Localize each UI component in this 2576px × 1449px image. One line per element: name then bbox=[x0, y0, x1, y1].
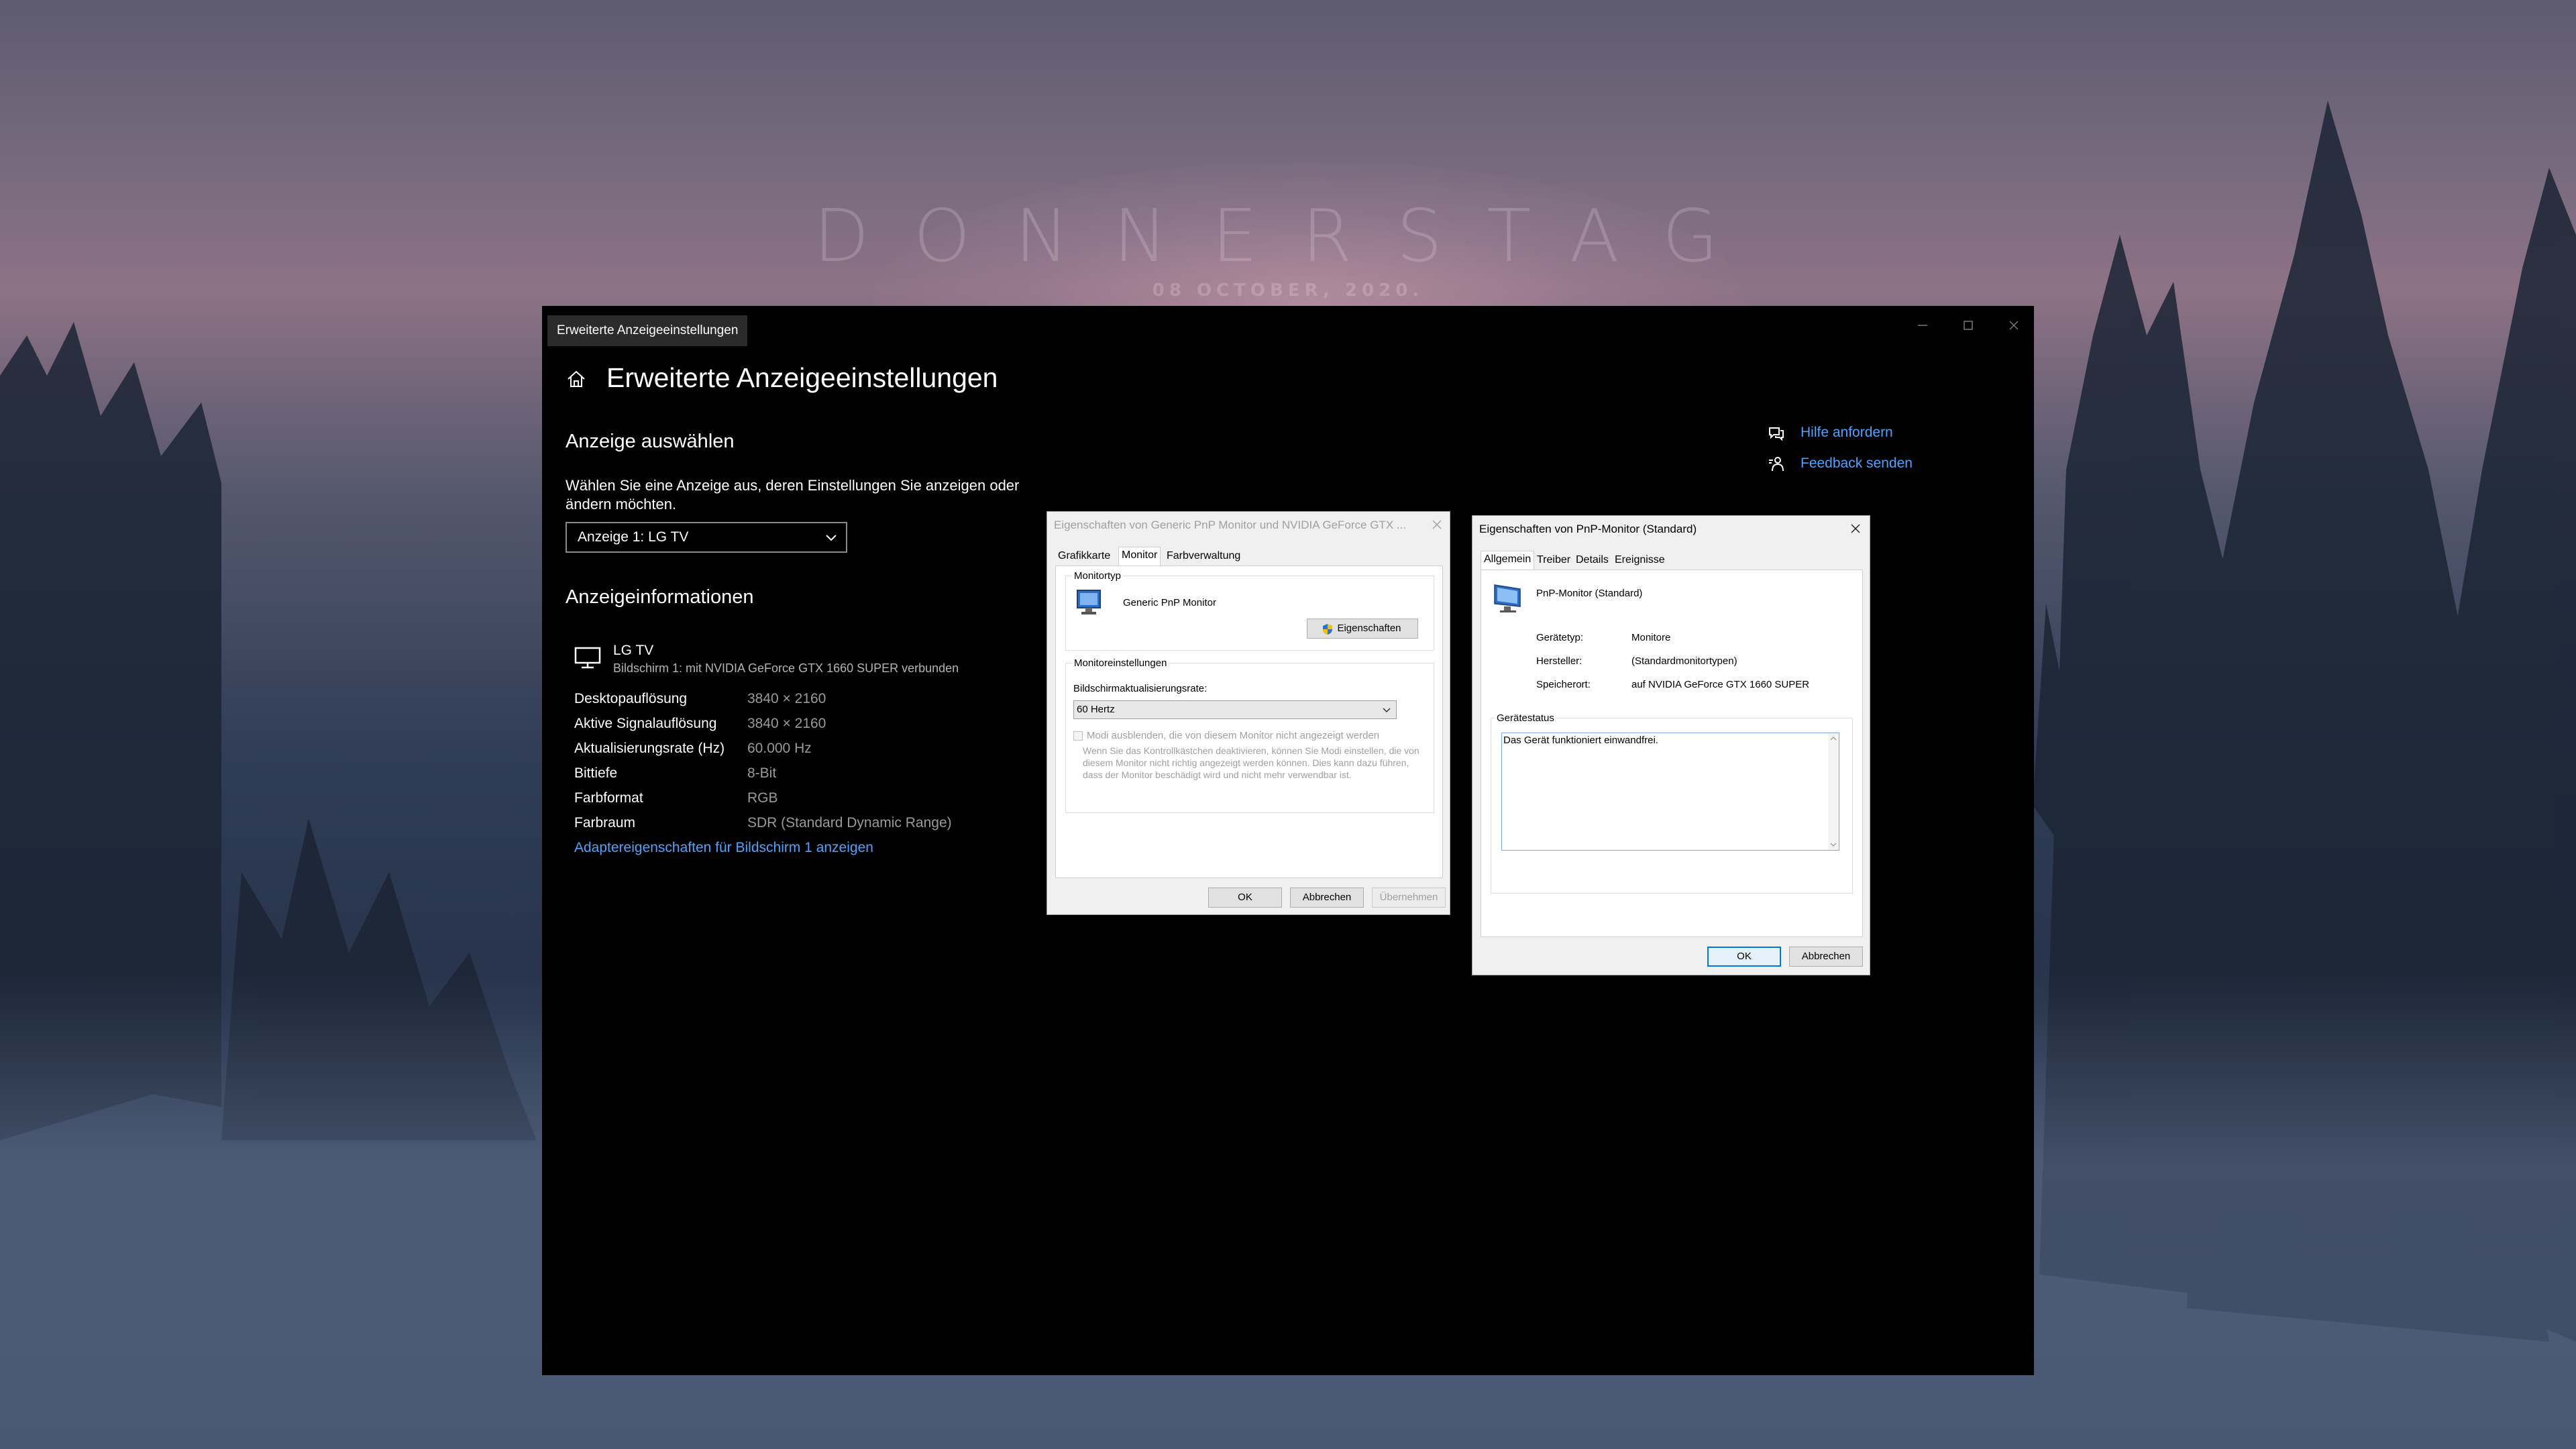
prop-key: Hersteller: bbox=[1536, 655, 1582, 667]
prop-key: Speicherort: bbox=[1536, 679, 1591, 690]
wallpaper-date-text: 08 OCTOBER, 2020. bbox=[1152, 280, 1424, 301]
select-display-description: Wählen Sie eine Anzeige aus, deren Einst… bbox=[566, 477, 1020, 513]
tab-farbverwaltung[interactable]: Farbverwaltung bbox=[1164, 548, 1243, 566]
dialog-title: Eigenschaften von Generic PnP Monitor un… bbox=[1054, 519, 1407, 531]
maximize-button[interactable] bbox=[1948, 314, 1988, 341]
monitor-device-icon bbox=[1077, 590, 1101, 614]
monitor-device-icon bbox=[1494, 584, 1521, 612]
info-row: Aktive Signalauflösung 3840 × 2160 bbox=[574, 716, 1044, 737]
maximize-icon bbox=[1964, 321, 1973, 330]
device-name: PnP-Monitor (Standard) bbox=[1536, 588, 1643, 599]
status-scrollbar[interactable] bbox=[1828, 733, 1839, 850]
select-display-heading: Anzeige auswählen bbox=[566, 431, 735, 452]
info-key: Farbraum bbox=[574, 815, 636, 830]
monitor-properties-label: Eigenschaften bbox=[1337, 623, 1401, 634]
monitor-properties-dialog: Eigenschaften von PnP-Monitor (Standard)… bbox=[1472, 515, 1870, 975]
minimize-icon bbox=[1918, 325, 1927, 326]
chevron-down-icon bbox=[1383, 708, 1391, 713]
monitor-connection: Bildschirm 1: mit NVIDIA GeForce GTX 166… bbox=[613, 661, 959, 675]
info-row: Farbformat RGB bbox=[574, 790, 1044, 812]
hide-modes-checkbox[interactable] bbox=[1073, 731, 1083, 741]
info-value: 8-Bit bbox=[747, 765, 777, 781]
info-row: Aktualisierungsrate (Hz) 60.000 Hz bbox=[574, 741, 1044, 762]
close-icon bbox=[2009, 321, 2019, 330]
info-value: 60.000 Hz bbox=[747, 741, 812, 756]
cancel-button[interactable]: Abbrechen bbox=[1789, 947, 1863, 967]
device-status-label: Gerätestatus bbox=[1495, 712, 1556, 724]
dialog-close-button[interactable] bbox=[1427, 515, 1447, 535]
dialog-tabs: Grafikkarte Monitor Farbverwaltung bbox=[1055, 547, 1444, 566]
tab-treiber[interactable]: Treiber bbox=[1534, 552, 1573, 570]
info-row: Bittiefe 8-Bit bbox=[574, 765, 1044, 787]
dialog-tabs: Allgemein Treiber Details Ereignisse bbox=[1481, 551, 1856, 570]
feedback-link[interactable]: Feedback senden bbox=[1801, 455, 1913, 472]
tab-details[interactable]: Details bbox=[1573, 552, 1611, 570]
adapter-properties-link[interactable]: Adaptereigenschaften für Bildschirm 1 an… bbox=[574, 840, 873, 856]
help-icon bbox=[1769, 427, 1784, 441]
dialog-close-button[interactable] bbox=[1845, 519, 1866, 539]
prop-value: (Standardmonitortypen) bbox=[1631, 655, 1737, 667]
chevron-down-icon bbox=[826, 535, 837, 541]
tab-allgemein[interactable]: Allgemein bbox=[1481, 551, 1535, 570]
home-icon[interactable] bbox=[565, 368, 588, 390]
refresh-rate-select[interactable]: 60 Hertz bbox=[1073, 700, 1397, 719]
close-icon bbox=[1432, 520, 1442, 529]
window-title-tab[interactable]: Erweiterte Anzeigeeinstellungen bbox=[547, 315, 748, 346]
close-button[interactable] bbox=[1994, 314, 2034, 341]
scroll-down-icon bbox=[1830, 843, 1837, 847]
info-value: SDR (Standard Dynamic Range) bbox=[747, 815, 952, 830]
info-key: Desktopauflösung bbox=[574, 691, 688, 706]
display-select-value: Anzeige 1: LG TV bbox=[578, 529, 689, 545]
wallpaper-day-text: DONNERSTAG bbox=[813, 195, 1763, 278]
info-key: Aktive Signalauflösung bbox=[574, 716, 717, 731]
info-key: Aktualisierungsrate (Hz) bbox=[574, 741, 725, 756]
tab-pane: PnP-Monitor (Standard) Gerätetyp: Monito… bbox=[1481, 570, 1863, 937]
display-select[interactable]: Anzeige 1: LG TV bbox=[566, 522, 847, 553]
ok-button[interactable]: OK bbox=[1208, 888, 1282, 908]
display-info-heading: Anzeigeinformationen bbox=[566, 586, 754, 608]
page-title: Erweiterte Anzeigeeinstellungen bbox=[606, 362, 998, 393]
monitorsettings-label: Monitoreinstellungen bbox=[1072, 657, 1169, 669]
scroll-up-icon bbox=[1830, 736, 1837, 741]
info-key: Bittiefe bbox=[574, 765, 618, 781]
ok-button[interactable]: OK bbox=[1707, 947, 1781, 967]
info-row: Desktopauflösung 3840 × 2160 bbox=[574, 691, 1044, 712]
tab-grafikkarte[interactable]: Grafikkarte bbox=[1055, 548, 1113, 566]
uac-shield-icon bbox=[1323, 624, 1332, 635]
monitor-type-name: Generic PnP Monitor bbox=[1123, 597, 1216, 608]
minimize-button[interactable] bbox=[1902, 314, 1943, 341]
monitortype-label: Monitortyp bbox=[1072, 570, 1124, 582]
info-row: Farbraum SDR (Standard Dynamic Range) bbox=[574, 815, 1044, 837]
monitor-icon bbox=[574, 647, 601, 669]
refresh-rate-value: 60 Hertz bbox=[1077, 704, 1115, 715]
feedback-icon bbox=[1769, 457, 1784, 472]
monitortype-group bbox=[1065, 576, 1434, 651]
info-value: 3840 × 2160 bbox=[747, 691, 826, 706]
info-key: Farbformat bbox=[574, 790, 643, 806]
prop-key: Gerätetyp: bbox=[1536, 632, 1584, 643]
tab-ereignisse[interactable]: Ereignisse bbox=[1612, 552, 1668, 570]
close-icon bbox=[1851, 524, 1860, 533]
info-value: RGB bbox=[747, 790, 778, 806]
help-link[interactable]: Hilfe anfordern bbox=[1801, 425, 1893, 441]
pnp-properties-dialog: Eigenschaften von Generic PnP Monitor un… bbox=[1046, 511, 1450, 915]
hide-modes-label: Modi ausblenden, die von diesem Monitor … bbox=[1087, 730, 1380, 741]
monitor-name: LG TV bbox=[613, 643, 654, 658]
cancel-button[interactable]: Abbrechen bbox=[1290, 888, 1364, 908]
device-status-text: Das Gerät funktioniert einwandfrei. bbox=[1503, 735, 1658, 746]
monitor-properties-button[interactable]: Eigenschaften bbox=[1307, 619, 1418, 639]
dialog-title: Eigenschaften von PnP-Monitor (Standard) bbox=[1479, 523, 1697, 535]
prop-value: auf NVIDIA GeForce GTX 1660 SUPER bbox=[1631, 679, 1810, 690]
info-value: 3840 × 2160 bbox=[747, 716, 826, 731]
refresh-rate-label: Bildschirmaktualisierungsrate: bbox=[1073, 683, 1208, 694]
hide-modes-help: Wenn Sie das Kontrollkästchen deaktivier… bbox=[1083, 745, 1419, 780]
tab-pane: Monitortyp Generic PnP Monitor Eigenscha… bbox=[1055, 566, 1443, 878]
prop-value: Monitore bbox=[1631, 632, 1671, 643]
tab-monitor[interactable]: Monitor bbox=[1118, 547, 1161, 566]
apply-button[interactable]: Übernehmen bbox=[1372, 888, 1446, 908]
device-status-textbox[interactable]: Das Gerät funktioniert einwandfrei. bbox=[1501, 733, 1839, 851]
